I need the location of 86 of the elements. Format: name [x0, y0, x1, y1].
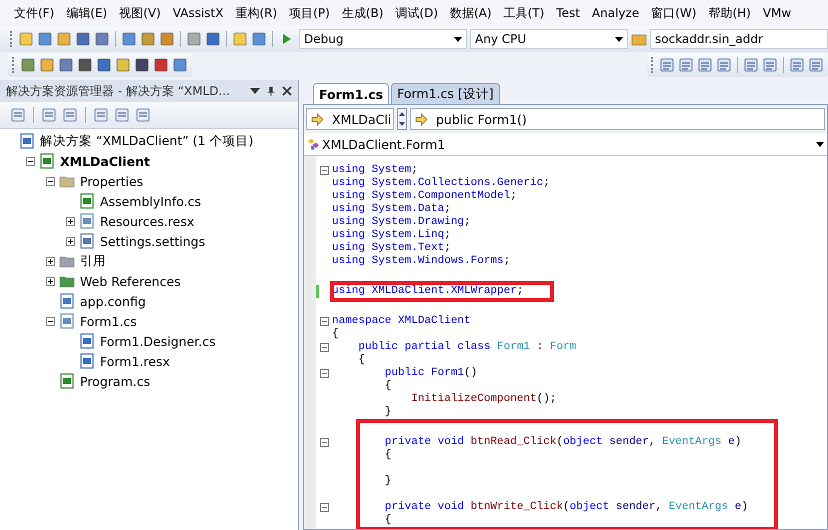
code-line: } [384, 406, 392, 419]
code-line: { [384, 449, 392, 462]
menu-item[interactable]: 工具(T) [498, 4, 550, 22]
project-icon [39, 153, 55, 169]
tree-item[interactable]: Resources.resx [98, 214, 196, 228]
menu-item[interactable]: 文件(F) [8, 4, 60, 22]
menu-item[interactable]: 视图(V) [113, 4, 167, 22]
menu-item[interactable]: VMw [756, 6, 798, 20]
collapse-icon[interactable] [46, 316, 54, 326]
code-line: using System; [332, 164, 418, 177]
tree-item[interactable]: 引用 [78, 252, 108, 270]
menu-item[interactable]: VAssistX [166, 6, 230, 20]
code-line: } [384, 475, 392, 488]
panel-title: 解决方案资源管理器 - 解决方案 “XMLD... [6, 82, 231, 100]
arrow-icon [415, 112, 428, 126]
solution-icon [19, 133, 35, 149]
code-line: { [357, 354, 366, 367]
caret-icon [454, 36, 462, 42]
tree-item[interactable]: Form1.resx [98, 354, 172, 368]
code-line: private void btnWrite_Click(object sender, EventArgs e) [384, 501, 748, 514]
document-tab[interactable]: Form1.cs [设计] [391, 83, 500, 104]
code-line: using System.Drawing; [332, 216, 471, 229]
menu-item[interactable]: 数据(A) [444, 4, 498, 22]
code-line: namespace XMLDaClient [332, 315, 471, 328]
code-line: using System.Data; [332, 203, 451, 216]
type-dropdown[interactable]: XMLDaCli [306, 108, 394, 130]
tree-item[interactable]: Properties [78, 174, 146, 188]
caret-icon [816, 142, 824, 146]
tree-item[interactable]: Web References [78, 274, 183, 288]
tree-item[interactable]: Form1.Designer.cs [98, 334, 218, 348]
document-tab[interactable]: Form1.cs [313, 83, 390, 104]
find-field[interactable]: sockaddr.sin_addr [650, 29, 828, 49]
arrow-icon [311, 112, 324, 126]
code-line: public Form1() [384, 367, 478, 380]
config-file-icon [59, 293, 75, 309]
menu-item[interactable]: 调试(D) [389, 4, 444, 22]
tree-item[interactable]: XMLDaClient [58, 154, 152, 168]
menu-item[interactable]: 编辑(E) [60, 4, 114, 22]
code-line: { [332, 328, 339, 341]
menu-item[interactable]: Test [550, 6, 586, 20]
settings-file-icon [79, 233, 95, 249]
code-line: using System.Text; [332, 242, 451, 255]
pin-icon[interactable] [266, 86, 276, 96]
code-line: { [384, 380, 392, 393]
code-line: using System.ComponentModel; [332, 190, 517, 203]
play-icon[interactable] [282, 33, 292, 45]
code-line: public partial class Form1 : Form [357, 341, 576, 354]
menu-item[interactable]: 窗口(W) [645, 4, 702, 22]
code-line: using System.Windows.Forms; [332, 255, 510, 268]
tree-item[interactable]: Form1.cs [78, 314, 139, 328]
collapse-icon[interactable] [46, 176, 54, 186]
configuration-dropdown[interactable]: Debug [299, 29, 467, 49]
menu-item[interactable]: Analyze [586, 6, 646, 20]
expand-icon[interactable] [46, 256, 54, 266]
document-icon[interactable] [659, 57, 675, 73]
tree-item[interactable]: AssemblyInfo.cs [98, 194, 204, 208]
form-icon [59, 313, 75, 329]
tree-item[interactable]: 解决方案 “XMLDaClient” (1 个项目) [38, 132, 256, 150]
collapse-icon[interactable] [26, 156, 34, 166]
menu-item[interactable]: 帮助(H) [702, 4, 757, 22]
expand-icon[interactable] [66, 236, 74, 246]
class-icon [307, 138, 320, 150]
menu-item[interactable]: 生成(B) [336, 4, 390, 22]
code-line: using System.Linq; [332, 229, 451, 242]
platform-dropdown[interactable]: Any CPU [470, 29, 628, 49]
csharp-file-icon [59, 373, 75, 389]
menu-item[interactable]: 重构(R) [229, 4, 284, 22]
spin-buttons-icon[interactable] [397, 108, 407, 130]
caret-icon [615, 36, 623, 42]
resource-file-icon [79, 213, 95, 229]
expand-icon[interactable] [66, 216, 74, 226]
close-icon[interactable] [282, 86, 292, 96]
csharp-file-icon [79, 193, 95, 209]
dropdown-icon[interactable] [250, 86, 260, 96]
list-icon[interactable] [789, 57, 805, 73]
expand-icon[interactable] [46, 276, 54, 286]
code-line: { [384, 514, 392, 527]
list-icon[interactable] [808, 57, 824, 73]
menu-item[interactable]: 项目(P) [283, 4, 336, 22]
tree-item[interactable]: app.config [78, 294, 148, 308]
code-line: InitializeComponent(); [410, 393, 556, 406]
code-line: using System.Collections.Generic; [332, 177, 550, 190]
member-dropdown[interactable]: public Form1() [410, 108, 825, 130]
code-line: private void btnRead_Click(object sender, EventArgs e) [384, 436, 742, 449]
tree-item[interactable]: Program.cs [78, 374, 152, 388]
tree-item[interactable]: Settings.settings [98, 234, 208, 248]
